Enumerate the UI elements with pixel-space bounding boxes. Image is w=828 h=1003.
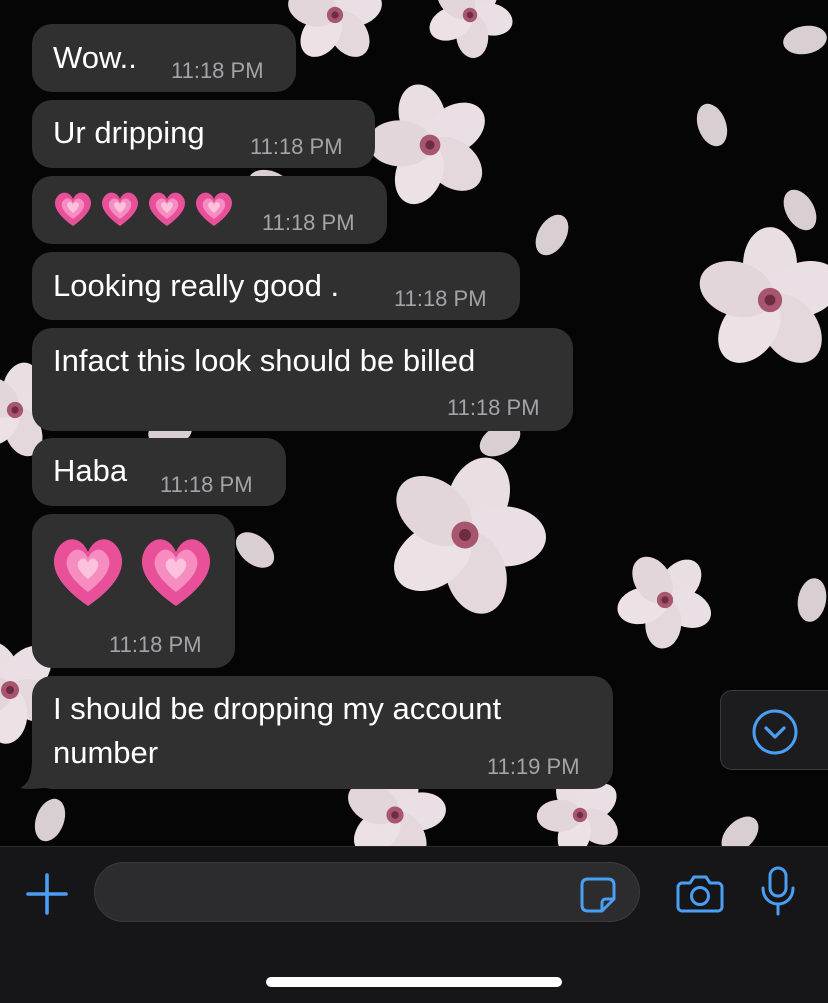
- message-text: Wow..: [53, 40, 137, 75]
- message-timestamp: 11:18 PM: [171, 58, 264, 83]
- message-timestamp: 11:18 PM: [394, 286, 487, 311]
- heart-emoji: [54, 192, 92, 226]
- petal: [229, 525, 281, 575]
- home-indicator[interactable]: [266, 977, 562, 987]
- flower: [692, 227, 828, 375]
- heart-emoji: [148, 192, 186, 226]
- heart-emoji: [101, 192, 139, 226]
- message-text: Haba: [53, 453, 128, 488]
- petal: [794, 575, 828, 625]
- message-timestamp: 11:18 PM: [250, 134, 343, 159]
- message-bubble[interactable]: Wow.. 11:18 PM: [32, 24, 296, 92]
- message-bubble[interactable]: Looking really good . 11:18 PM: [32, 252, 520, 320]
- message-text-line: number: [53, 735, 159, 770]
- petal: [714, 809, 766, 850]
- message-timestamp: 11:18 PM: [262, 210, 355, 235]
- flower: [407, 0, 532, 77]
- message-bubble[interactable]: Infact this look should be billed 11:18 …: [32, 328, 573, 431]
- message-timestamp: 11:19 PM: [487, 754, 580, 779]
- message-bubble[interactable]: Haba 11:18 PM: [32, 438, 286, 506]
- message-bubble[interactable]: 11:18 PM: [32, 514, 235, 668]
- message-bubble[interactable]: I should be dropping my account number 1…: [32, 676, 613, 789]
- heart-emoji: [195, 192, 233, 226]
- bubble-tail: [20, 760, 48, 789]
- sticker-icon[interactable]: [578, 875, 618, 915]
- microphone-icon[interactable]: [760, 866, 796, 918]
- petal: [691, 99, 733, 151]
- heart-emoji-row: [54, 192, 233, 226]
- message-timestamp: 11:18 PM: [109, 632, 202, 657]
- message-bubble[interactable]: 11:18 PM: [32, 176, 387, 244]
- message-text: Looking really good .: [53, 268, 340, 303]
- flower: [283, 0, 387, 65]
- plus-icon[interactable]: [24, 871, 70, 917]
- message-input[interactable]: [94, 862, 640, 922]
- chat-screen: Wow.. 11:18 PM Ur dripping 11:18 PM 11:1…: [0, 0, 828, 1003]
- camera-icon[interactable]: [676, 871, 724, 915]
- message-text: Infact this look should be billed: [53, 343, 476, 378]
- message-text-line: I should be dropping my account: [53, 691, 502, 726]
- petal: [780, 22, 828, 58]
- chevron-down-circle-icon: [752, 709, 798, 755]
- heart-emoji: [53, 539, 123, 606]
- message-timestamp: 11:18 PM: [160, 472, 253, 497]
- message-timestamp: 11:18 PM: [447, 395, 540, 420]
- petal: [776, 183, 824, 237]
- petal: [528, 208, 576, 262]
- flower: [593, 529, 736, 672]
- flower: [355, 429, 574, 643]
- heart-emoji: [141, 539, 211, 606]
- heart-emoji-row: [53, 539, 211, 606]
- message-text: Ur dripping: [53, 115, 205, 150]
- scroll-to-bottom-button[interactable]: [720, 690, 828, 770]
- petal: [29, 794, 71, 846]
- message-bubble[interactable]: Ur dripping 11:18 PM: [32, 100, 375, 168]
